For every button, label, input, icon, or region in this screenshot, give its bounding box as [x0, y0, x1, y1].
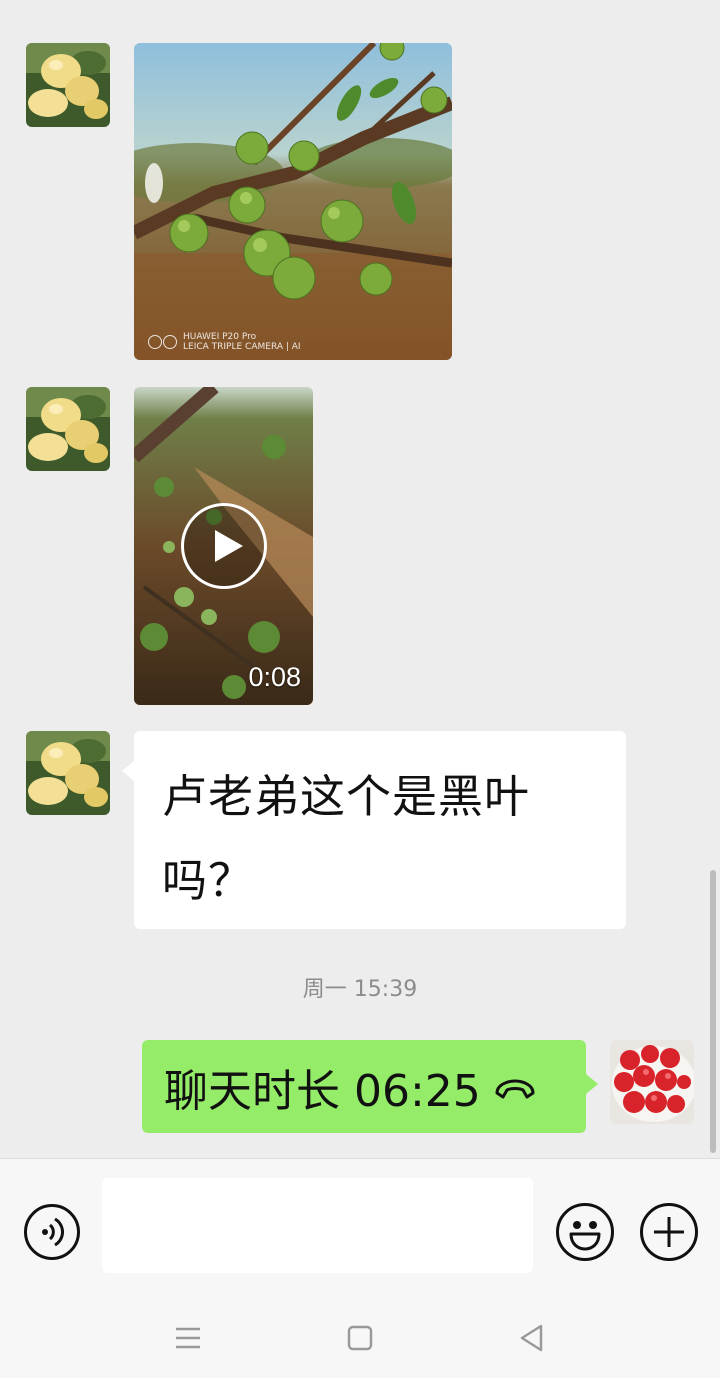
camera-watermark: HUAWEI P20 Pro LEICA TRIPLE CAMERA | AI — [148, 332, 301, 352]
contact-avatar[interactable] — [26, 731, 110, 815]
call-duration-text: 聊天时长 06:25 — [164, 1065, 481, 1117]
peach-avatar-icon — [26, 731, 110, 815]
plus-icon[interactable] — [640, 1203, 698, 1261]
input-bar — [0, 1158, 720, 1298]
call-record-message[interactable]: 聊天时长 06:25 — [142, 1040, 598, 1133]
video-message[interactable]: 0:08 — [134, 387, 313, 705]
watermark-model: HUAWEI P20 Pro — [183, 332, 257, 342]
phone-hangup-icon — [493, 1061, 537, 1112]
home-icon[interactable] — [342, 1320, 378, 1356]
system-nav-bar — [0, 1298, 720, 1378]
self-avatar[interactable] — [610, 1040, 694, 1124]
contact-avatar[interactable] — [26, 387, 110, 471]
chat-scrollbar[interactable] — [710, 870, 716, 1153]
tomato-avatar-icon — [610, 1040, 694, 1124]
play-icon[interactable] — [181, 503, 267, 589]
peach-avatar-icon — [26, 387, 110, 471]
menu-icon[interactable] — [170, 1320, 206, 1356]
peach-avatar-icon — [26, 43, 110, 127]
leica-rings-icon — [148, 335, 177, 349]
photo-message[interactable]: HUAWEI P20 Pro LEICA TRIPLE CAMERA | AI — [134, 43, 452, 360]
message-input[interactable] — [102, 1178, 533, 1273]
apricot-branch-photo — [134, 43, 452, 360]
emoji-icon[interactable] — [556, 1203, 614, 1261]
video-duration: 0:08 — [248, 662, 301, 692]
chat-area: HUAWEI P20 Pro LEICA TRIPLE CAMERA | AI — [0, 0, 720, 1158]
voice-icon[interactable] — [24, 1204, 80, 1260]
back-icon[interactable] — [514, 1320, 550, 1356]
contact-avatar[interactable] — [26, 43, 110, 127]
watermark-camera: LEICA TRIPLE CAMERA | AI — [183, 342, 301, 352]
incoming-text-message[interactable]: 卢老弟这个是黑叶吗？ — [122, 731, 626, 929]
message-timestamp: 周一 15:39 — [302, 977, 418, 1002]
